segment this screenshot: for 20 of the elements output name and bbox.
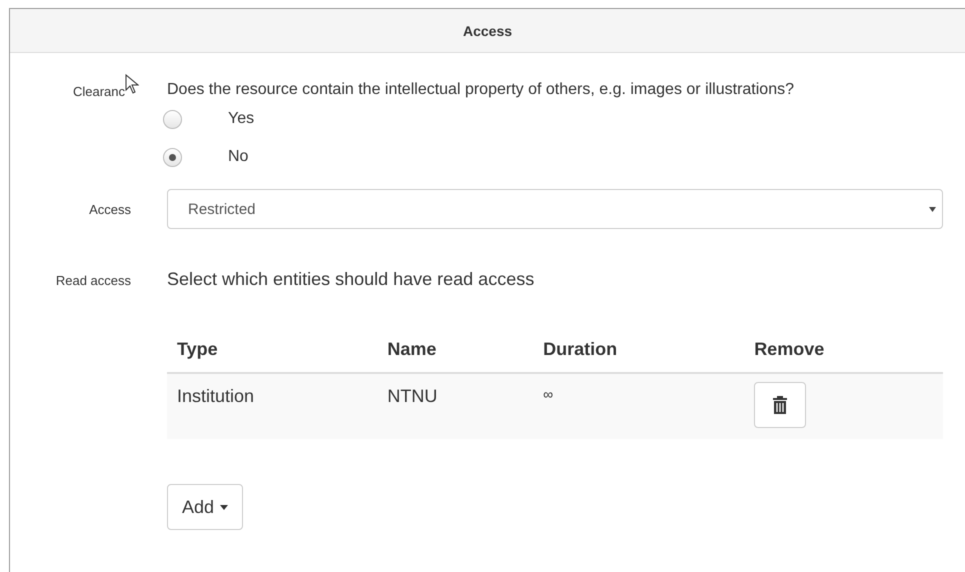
panel-title: Access — [462, 22, 512, 38]
field-label: Read access — [56, 273, 131, 288]
trash-icon — [772, 395, 788, 415]
field-label: Access — [89, 202, 131, 216]
option-label: Yes — [228, 110, 254, 128]
radio-button[interactable] — [163, 110, 182, 128]
question-text: Does the resource contain the intellectual property of others, e.g. images or illustrations? — [167, 81, 795, 99]
table-cell: ∞ — [533, 373, 744, 439]
option-label: No — [228, 148, 248, 166]
remove-button[interactable] — [754, 382, 806, 428]
access-select[interactable]: Restricted — [167, 189, 943, 229]
field-label: Clearanc — [72, 84, 125, 99]
cursor-icon — [125, 74, 139, 94]
table-cell: Institution — [167, 373, 378, 439]
caret-icon — [220, 504, 228, 510]
description-text: Select which entities should have read access — [167, 269, 536, 290]
table-cell: NTNU — [377, 373, 534, 439]
caret-icon — [929, 206, 936, 212]
add-button[interactable]: Add — [167, 484, 244, 530]
radio-button[interactable] — [163, 148, 182, 166]
